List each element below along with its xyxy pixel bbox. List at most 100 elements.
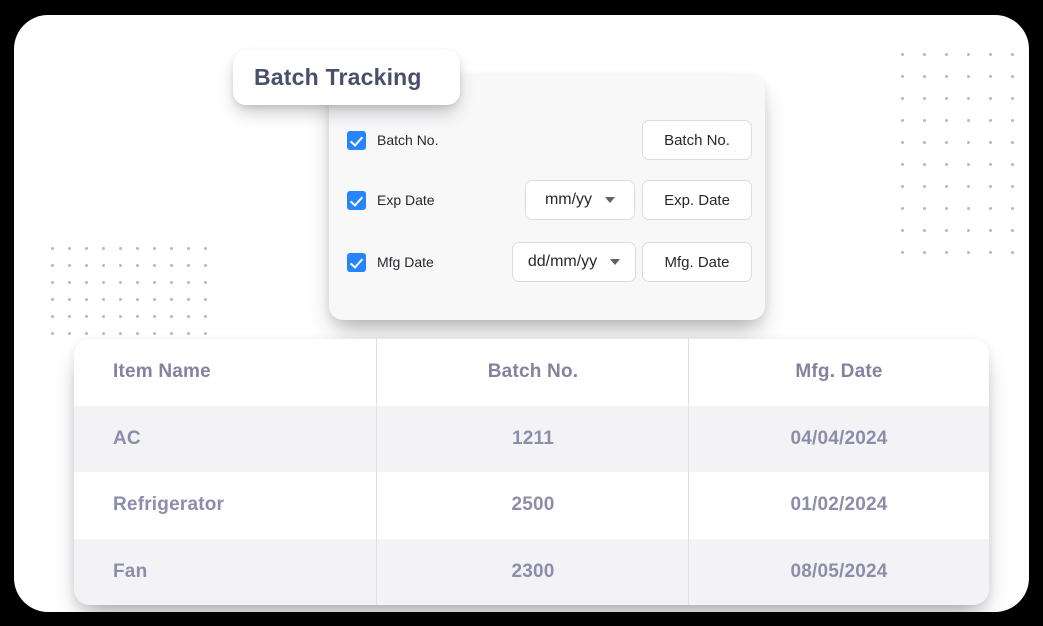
decorative-dot bbox=[187, 298, 190, 301]
tab-batch-tracking-label: Batch Tracking bbox=[254, 64, 422, 90]
field-button-batch-no[interactable]: Batch No. bbox=[642, 120, 752, 160]
decorative-dot bbox=[901, 207, 904, 210]
decorative-dot bbox=[945, 75, 948, 78]
decorative-dot bbox=[945, 97, 948, 100]
dropdown-mfg-date-format[interactable]: dd/mm/yy bbox=[512, 242, 636, 282]
decorative-dot bbox=[119, 281, 122, 284]
decorative-dot bbox=[1011, 75, 1014, 78]
decorative-dot bbox=[923, 141, 926, 144]
checkbox-exp-date[interactable] bbox=[347, 190, 366, 210]
decorative-dot bbox=[119, 264, 122, 267]
decorative-dot bbox=[153, 315, 156, 318]
decorative-dot bbox=[119, 298, 122, 301]
decorative-dot bbox=[136, 315, 139, 318]
checkbox-label-batch-no: Batch No. bbox=[377, 132, 439, 148]
decorative-dot bbox=[51, 264, 54, 267]
decorative-dot bbox=[136, 247, 139, 250]
decorative-dot bbox=[119, 315, 122, 318]
decorative-dot bbox=[153, 264, 156, 267]
decorative-dot bbox=[102, 315, 105, 318]
table-cell-batch-no: 2500 bbox=[377, 472, 689, 539]
decorative-dot bbox=[187, 315, 190, 318]
decorative-dot bbox=[945, 229, 948, 232]
table-cell-text: 2300 bbox=[511, 560, 555, 582]
table-cell-text: Fan bbox=[113, 560, 148, 582]
decorative-dot bbox=[51, 298, 54, 301]
dropdown-value-mfg-date-format: dd/mm/yy bbox=[527, 253, 598, 270]
decorative-dot bbox=[967, 207, 970, 210]
field-button-mfg-date[interactable]: Mfg. Date bbox=[642, 242, 752, 282]
table-cell-text: 1211 bbox=[511, 427, 555, 449]
table-cell-item-name: Fan bbox=[74, 538, 377, 606]
decorative-dot bbox=[901, 53, 904, 56]
checkbox-group-mfg-date[interactable]: Mfg Date bbox=[347, 252, 434, 272]
decorative-dot bbox=[901, 119, 904, 122]
table-row[interactable]: AC 1211 04/04/2024 bbox=[74, 405, 989, 473]
table-row[interactable]: Fan 2300 08/05/2024 bbox=[74, 538, 989, 606]
checkbox-mfg-date[interactable] bbox=[347, 252, 366, 272]
table-cell-text: 04/04/2024 bbox=[790, 427, 888, 449]
decorative-dot bbox=[1011, 185, 1014, 188]
decorative-dot bbox=[187, 332, 190, 335]
table-header-row: Item Name Batch No. Mfg. Date bbox=[74, 339, 989, 406]
decorative-dot bbox=[119, 332, 122, 335]
decorative-dot bbox=[901, 141, 904, 144]
table-header-cell-mfg-date: Mfg. Date bbox=[689, 339, 989, 406]
checkbox-group-exp-date[interactable]: Exp Date bbox=[347, 190, 435, 210]
dropdown-value-exp-date-format: mm/yy bbox=[544, 191, 593, 208]
form-row-exp-date: Exp Date mm/yy Exp. Date bbox=[329, 180, 765, 220]
decorative-dot bbox=[945, 163, 948, 166]
decorative-dot bbox=[102, 298, 105, 301]
table-header-cell-item-name: Item Name bbox=[74, 339, 377, 406]
decorative-dot bbox=[170, 332, 173, 335]
decorative-dot bbox=[68, 332, 71, 335]
decorative-dot bbox=[945, 119, 948, 122]
decorative-dot bbox=[68, 281, 71, 284]
decorative-dot bbox=[989, 75, 992, 78]
field-button-exp-date[interactable]: Exp. Date bbox=[642, 180, 752, 220]
table-cell-mfg-date: 04/04/2024 bbox=[689, 406, 989, 473]
decorative-dot bbox=[51, 315, 54, 318]
decorative-dot bbox=[901, 97, 904, 100]
decorative-dot bbox=[989, 119, 992, 122]
decorative-dot bbox=[967, 163, 970, 166]
decorative-dot bbox=[989, 163, 992, 166]
decorative-dot bbox=[1011, 163, 1014, 166]
decorative-dot bbox=[153, 247, 156, 250]
dropdown-exp-date-format[interactable]: mm/yy bbox=[525, 180, 635, 220]
decorative-dot bbox=[945, 141, 948, 144]
decorative-dot bbox=[989, 97, 992, 100]
checkbox-batch-no[interactable] bbox=[347, 130, 366, 150]
decorative-dot bbox=[989, 251, 992, 254]
decorative-dot bbox=[204, 281, 207, 284]
decorative-dot bbox=[901, 229, 904, 232]
form-row-mfg-date: Mfg Date dd/mm/yy Mfg. Date bbox=[329, 242, 765, 282]
decorative-dot bbox=[102, 281, 105, 284]
decorative-dot bbox=[967, 53, 970, 56]
table-header-label-batch-no: Batch No. bbox=[487, 361, 579, 383]
table-cell-text: 08/05/2024 bbox=[790, 560, 888, 582]
table-cell-text: 2500 bbox=[511, 494, 555, 516]
decorative-dot bbox=[945, 207, 948, 210]
decorative-dot bbox=[989, 141, 992, 144]
decorative-dot bbox=[187, 281, 190, 284]
decorative-dot bbox=[204, 264, 207, 267]
table-cell-batch-no: 2300 bbox=[377, 538, 689, 606]
table-row[interactable]: Refrigerator 2500 01/02/2024 bbox=[74, 472, 989, 539]
form-row-batch-no: Batch No. Batch No. bbox=[329, 120, 765, 160]
decorative-dot bbox=[967, 185, 970, 188]
tab-batch-tracking[interactable]: Batch Tracking bbox=[233, 50, 460, 105]
decorative-dot bbox=[1011, 53, 1014, 56]
batch-tracking-form-panel: Batch No. Batch No. Exp Date mm/yy Exp. … bbox=[329, 75, 765, 320]
decorative-dot bbox=[1011, 141, 1014, 144]
checkbox-group-batch-no[interactable]: Batch No. bbox=[347, 130, 439, 150]
decorative-dot bbox=[170, 315, 173, 318]
decorative-dot bbox=[1011, 119, 1014, 122]
decorative-dot bbox=[102, 264, 105, 267]
decorative-dot bbox=[923, 185, 926, 188]
decorative-dot bbox=[945, 251, 948, 254]
decorative-dot bbox=[923, 75, 926, 78]
decorative-dot bbox=[68, 264, 71, 267]
decorative-dot bbox=[85, 247, 88, 250]
decorative-dot bbox=[204, 332, 207, 335]
